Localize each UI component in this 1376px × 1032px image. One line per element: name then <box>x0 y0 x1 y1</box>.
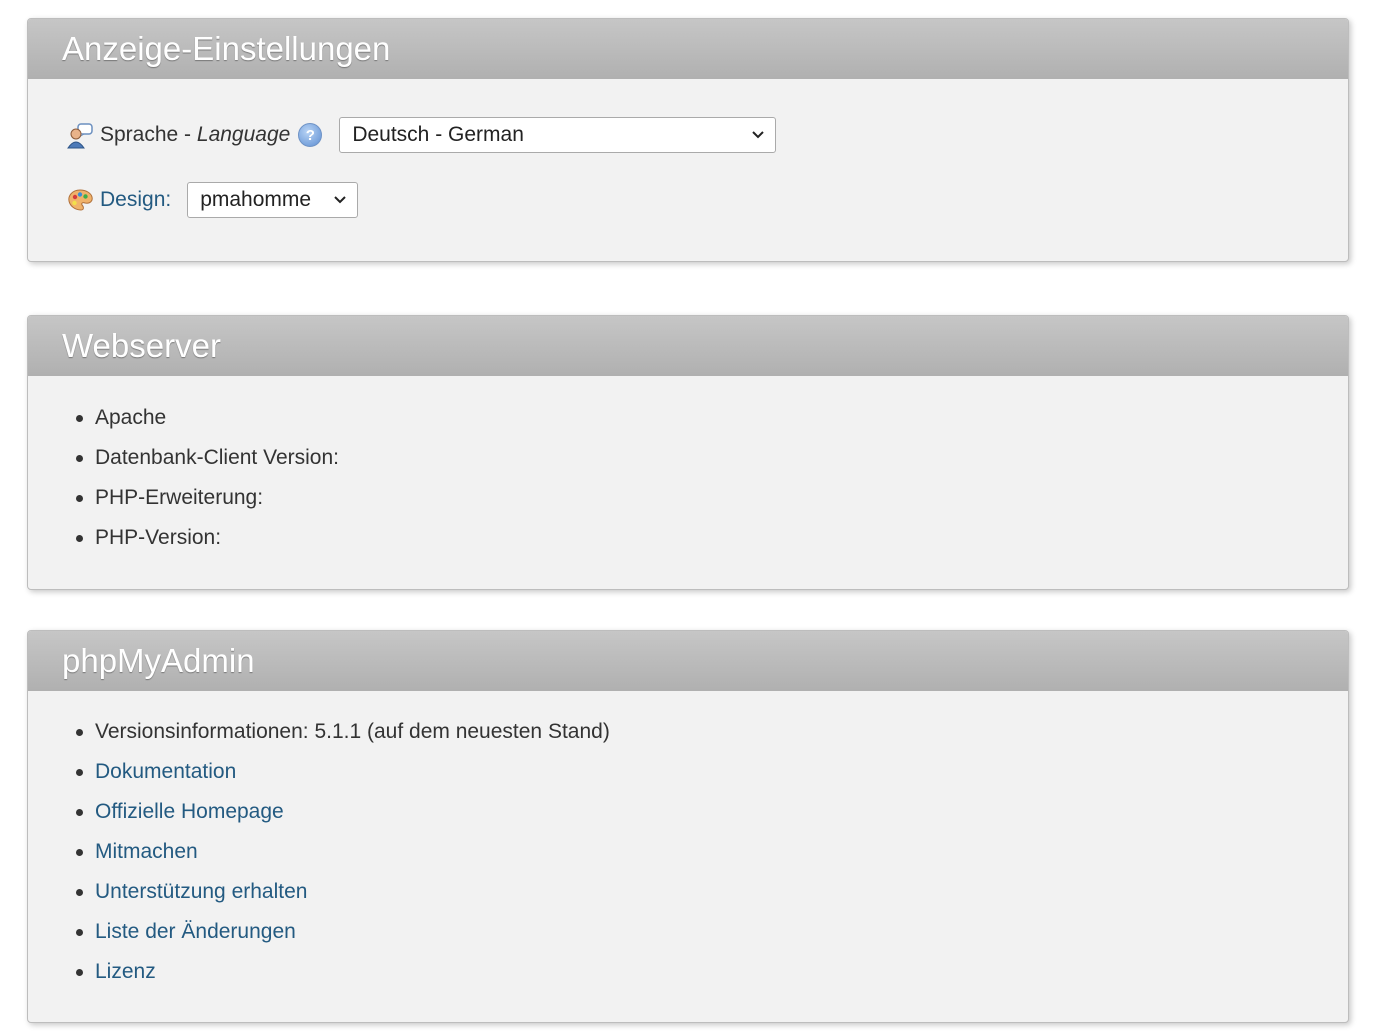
webserver-panel: Webserver Apache Datenbank-Client Versio… <box>27 315 1349 590</box>
design-select[interactable]: pmahomme <box>187 182 359 218</box>
design-row: Design: pmahomme <box>66 180 359 220</box>
language-icon <box>66 121 94 149</box>
documentation-link[interactable]: Dokumentation <box>95 760 236 783</box>
list-item: PHP-Erweiterung: <box>28 478 339 518</box>
list-item: Liste der Änderungen <box>28 912 610 952</box>
version-info-item: Versionsinformationen: 5.1.1 (auf dem ne… <box>28 712 610 752</box>
language-row: Sprache - Language ? Deutsch - German <box>66 115 777 155</box>
help-icon[interactable]: ? <box>298 123 323 147</box>
phpmyadmin-panel: phpMyAdmin Versionsinformationen: 5.1.1 … <box>27 630 1349 1023</box>
display-settings-title: Anzeige-Einstellungen <box>28 19 1348 79</box>
list-item: Datenbank-Client Version: <box>28 438 339 478</box>
homepage-link[interactable]: Offizielle Homepage <box>95 800 284 823</box>
palette-icon <box>66 186 94 214</box>
list-item: Offizielle Homepage <box>28 792 610 832</box>
chevron-down-icon <box>334 196 346 204</box>
list-item: Apache <box>28 398 339 438</box>
display-settings-panel: Anzeige-Einstellungen Sprache - Language… <box>27 18 1349 262</box>
phpmyadmin-title: phpMyAdmin <box>28 631 1348 691</box>
changelog-link[interactable]: Liste der Änderungen <box>95 920 296 943</box>
language-label: Sprache - Language <box>100 123 291 146</box>
list-item: PHP-Version: <box>28 518 339 558</box>
chevron-down-icon <box>752 131 765 139</box>
language-select-value: Deutsch - German <box>352 123 524 146</box>
list-item: Dokumentation <box>28 752 610 792</box>
contribute-link[interactable]: Mitmachen <box>95 840 198 863</box>
design-select-value: pmahomme <box>200 188 312 211</box>
license-link[interactable]: Lizenz <box>95 960 156 983</box>
phpmyadmin-list: Versionsinformationen: 5.1.1 (auf dem ne… <box>28 712 610 992</box>
webserver-title: Webserver <box>28 316 1348 376</box>
list-item: Unterstützung erhalten <box>28 872 610 912</box>
webserver-list: Apache Datenbank-Client Version: PHP-Erw… <box>28 398 339 558</box>
language-select[interactable]: Deutsch - German <box>339 117 777 153</box>
design-label[interactable]: Design: <box>100 188 171 212</box>
list-item: Mitmachen <box>28 832 610 872</box>
support-link[interactable]: Unterstützung erhalten <box>95 880 307 903</box>
list-item: Lizenz <box>28 952 610 992</box>
